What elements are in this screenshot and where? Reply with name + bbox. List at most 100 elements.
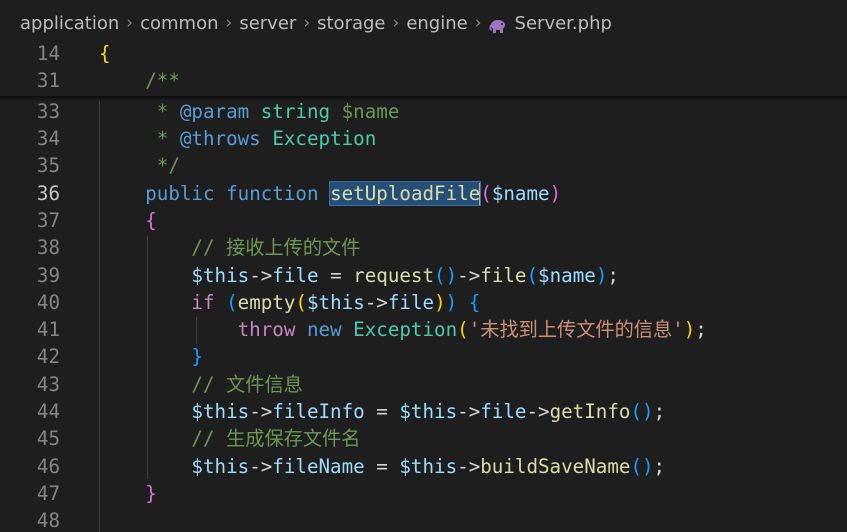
code-token: -> (249, 264, 273, 287)
code-text[interactable]: // 接收上传的文件 (99, 234, 360, 261)
breadcrumb-item-application[interactable]: application (20, 13, 119, 34)
line-number: 40 (36, 291, 60, 314)
code-text[interactable]: $this->file = request()->file($name); (99, 262, 619, 289)
code-token: file (272, 264, 319, 287)
code-line[interactable]: 47 } (0, 480, 847, 507)
line-number: 31 (36, 69, 60, 92)
code-line[interactable]: 33 * @param string $name (0, 98, 847, 125)
code-token: () (630, 400, 654, 423)
breadcrumb-item-server[interactable]: server (239, 13, 296, 34)
code-token: string (260, 100, 331, 123)
code-line[interactable]: 38 // 接收上传的文件 (0, 234, 847, 261)
code-text[interactable]: */ (99, 152, 180, 179)
code-token: $this (191, 400, 250, 423)
code-token: public (145, 182, 215, 205)
code-line[interactable]: 43 // 文件信息 (0, 371, 847, 398)
sticky-scroll-shadow (0, 96, 847, 101)
code-token: ; (695, 318, 707, 341)
code-token: () (434, 264, 458, 287)
code-text[interactable]: if (empty($this->file)) { (99, 289, 480, 316)
code-token: $this (306, 291, 365, 314)
code-text[interactable]: $this->fileInfo = $this->file->getInfo()… (99, 398, 665, 425)
selected-token: setUploadFile (329, 181, 482, 206)
code-line[interactable]: 31 /** (0, 67, 847, 94)
code-line[interactable]: 35 */ (0, 152, 847, 179)
code-token: = (318, 264, 354, 287)
code-token: ( (526, 264, 539, 287)
line-number: 45 (36, 427, 60, 450)
code-token: $name (538, 264, 596, 287)
code-token: Exception (272, 127, 377, 150)
code-text[interactable]: // 生成保存文件名 (99, 425, 360, 452)
code-token: ) (595, 264, 608, 287)
code-line[interactable]: 48 (0, 507, 847, 532)
code-line[interactable]: 45 // 生成保存文件名 (0, 425, 847, 452)
line-number: 38 (36, 236, 60, 259)
code-line[interactable]: 41 throw new Exception('未找到上传文件的信息'); (0, 316, 847, 343)
code-line[interactable]: 46 $this->fileName = $this->buildSaveNam… (0, 453, 847, 480)
line-number: 39 (36, 264, 60, 287)
code-token: @throws (179, 127, 261, 150)
breadcrumb-file-name[interactable]: Server.php (515, 13, 612, 34)
line-number: 46 (36, 455, 60, 478)
code-line[interactable]: 44 $this->fileInfo = $this->file->getInf… (0, 398, 847, 425)
code-text[interactable]: // 文件信息 (99, 371, 303, 398)
breadcrumb-item-engine[interactable]: engine (406, 13, 467, 34)
code-token: () (630, 455, 654, 478)
code-line[interactable]: 39 $this->file = request()->file($name); (0, 262, 847, 289)
code-text[interactable]: public function setUploadFile($name) (99, 180, 561, 207)
code-token: file (480, 264, 527, 287)
code-token: * (156, 100, 180, 123)
code-text[interactable]: * @throws Exception (99, 125, 377, 152)
code-token: -> (526, 400, 550, 423)
code-line[interactable]: 42 } (0, 343, 847, 370)
code-line[interactable]: 34 * @throws Exception (0, 125, 847, 152)
code-text[interactable]: $this->fileName = $this->buildSaveName()… (99, 453, 665, 480)
code-text[interactable]: } (99, 343, 203, 370)
code-line[interactable]: 36 public function setUploadFile($name) (0, 180, 847, 207)
indent-guide (196, 317, 197, 344)
code-token: '未找到上传文件的信息' (468, 318, 684, 341)
code-token: { (145, 209, 157, 232)
code-token: } (191, 345, 203, 368)
indent-guide (147, 236, 148, 479)
code-token: // 接收上传的文件 (191, 236, 361, 259)
code-token: $this (399, 400, 458, 423)
code-token: ) (683, 318, 696, 341)
code-token: /** (145, 69, 180, 92)
code-line[interactable]: 37 { (0, 207, 847, 234)
code-text[interactable]: throw new Exception('未找到上传文件的信息'); (99, 316, 707, 343)
code-text[interactable]: { (99, 40, 111, 67)
code-line[interactable]: 40 if (empty($this->file)) { (0, 289, 847, 316)
line-number: 34 (36, 127, 60, 150)
indent-guide (99, 101, 100, 532)
code-text[interactable]: { (99, 207, 157, 234)
breadcrumb-item-common[interactable]: common (140, 13, 218, 34)
code-token: ; (653, 400, 666, 423)
php-elephant-icon (488, 17, 507, 33)
code-token: { (468, 291, 481, 314)
code-text[interactable]: * @param string $name (99, 98, 400, 125)
breadcrumb-item-storage[interactable]: storage (317, 13, 385, 34)
code-token: request (353, 264, 435, 287)
line-number: 47 (36, 482, 60, 505)
code-token: if (191, 291, 215, 314)
code-text[interactable]: /** (99, 67, 180, 94)
code-token: ( (295, 291, 307, 314)
code-token: // 文件信息 (191, 373, 303, 396)
code-line[interactable]: 14 { (0, 40, 847, 67)
code-token: } (145, 482, 157, 505)
code-text[interactable]: } (99, 480, 157, 507)
code-token: fileName (272, 455, 365, 478)
